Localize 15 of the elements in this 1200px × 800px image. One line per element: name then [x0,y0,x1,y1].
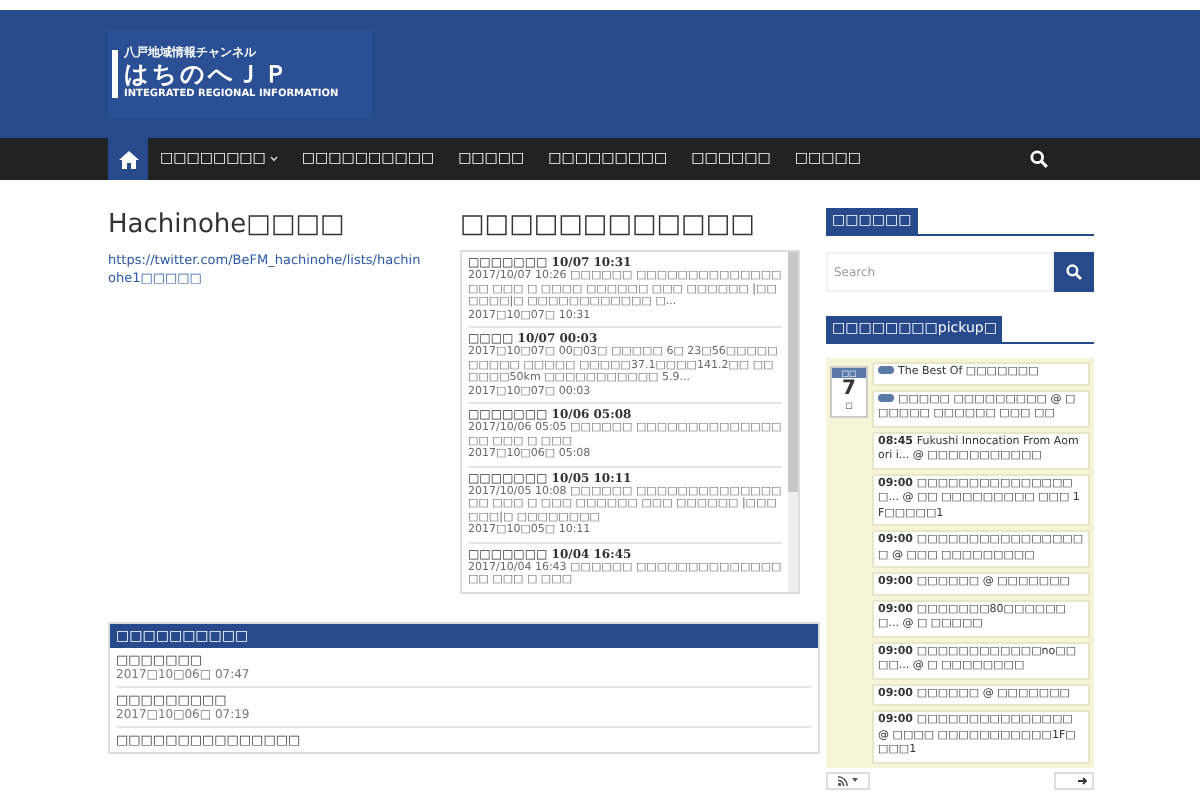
logo-text: はちのへＪＰ [124,60,294,88]
caret-icon [852,778,858,782]
home-button[interactable] [108,138,148,180]
rss-icon [838,775,848,785]
search-icon [1066,264,1082,280]
section-title: Hachinohe□□□□ [108,208,347,244]
arrow-right-icon [1078,775,1088,785]
rss-button[interactable] [826,771,870,789]
badge-day: 7 [842,378,856,400]
section-title: □□□□□□□□□□□□ [460,208,757,244]
scrollbar[interactable] [788,252,798,591]
next-button[interactable] [1054,771,1094,789]
home-icon [117,149,139,169]
search-button[interactable] [1054,252,1094,292]
search-icon[interactable] [1030,150,1048,168]
